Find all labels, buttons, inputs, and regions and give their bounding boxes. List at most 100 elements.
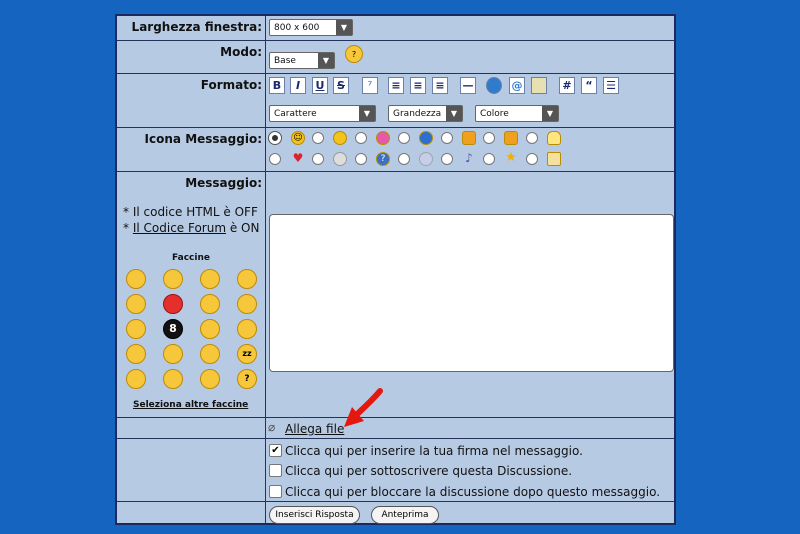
smiley-evil-icon[interactable] — [163, 344, 183, 364]
row-message: Messaggio: * Il codice HTML è OFF * Il C… — [117, 171, 674, 417]
lightbulb-icon — [547, 131, 561, 145]
smiley-tongue-icon[interactable] — [126, 294, 146, 314]
message-textarea[interactable] — [269, 214, 674, 372]
smiley-shy-icon[interactable] — [200, 294, 220, 314]
heart-icon: ♥ — [292, 151, 304, 165]
window-width-select[interactable]: 800 x 600 ▼ — [269, 19, 353, 36]
strike-button[interactable]: S — [333, 77, 349, 94]
grin-icon — [333, 131, 347, 145]
submit-reply-button[interactable]: Inserisci Risposta — [269, 506, 360, 524]
shocked-icon — [376, 131, 390, 145]
star-icon: ★ — [505, 150, 517, 165]
smiley-happy-icon[interactable] — [126, 269, 146, 289]
row-window-width: Larghezza finestra: 800 x 600 ▼ — [117, 16, 674, 40]
smiley-cool-icon[interactable] — [200, 269, 220, 289]
icon-radio[interactable] — [398, 132, 410, 144]
icon-radio[interactable] — [355, 132, 367, 144]
superscript-icon[interactable]: ⁷ — [362, 77, 378, 94]
chevron-down-icon: ▼ — [446, 106, 462, 121]
smilies-title: Faccine — [172, 253, 210, 263]
row-attach: ⌀ Allega file — [117, 417, 674, 438]
smiley-kiss-icon[interactable] — [237, 294, 257, 314]
format-label: Formato: — [200, 78, 262, 92]
eight-ball-icon[interactable]: 8 — [163, 319, 183, 339]
smiley-question-icon[interactable]: ? — [237, 369, 257, 389]
align-center-icon[interactable]: ≡ — [410, 77, 426, 94]
help-smiley-icon[interactable]: ? — [345, 45, 363, 63]
horizontal-rule-icon[interactable]: — — [460, 77, 476, 94]
smiley-approve-icon[interactable] — [163, 369, 183, 389]
red-arrow-annotation — [344, 388, 383, 427]
italic-button[interactable]: I — [290, 77, 306, 94]
color-select[interactable]: Colore ▼ — [475, 105, 559, 122]
email-icon[interactable]: @ — [509, 77, 525, 94]
smiley-shocked-icon[interactable] — [237, 319, 257, 339]
window-width-label: Larghezza finestra: — [131, 20, 262, 34]
smiley-bigsmile-icon[interactable] — [163, 269, 183, 289]
message-icon-label: Icona Messaggio: — [144, 132, 262, 146]
cake-icon — [547, 152, 561, 166]
forum-code-link[interactable]: Il Codice Forum — [133, 221, 226, 235]
signature-checkbox[interactable]: ✔ — [269, 444, 282, 457]
paperclip-icon: ⌀ — [268, 420, 276, 434]
code-hash-button[interactable]: # — [559, 77, 575, 94]
row-format: Formato: B I U S ⁷ ≡ ≡ ≡ — @ # “ ☰ Carat… — [117, 73, 674, 127]
icon-radio[interactable] — [526, 132, 538, 144]
size-select[interactable]: Grandezza ▼ — [388, 105, 463, 122]
quote-button[interactable]: “ — [581, 77, 597, 94]
icon-radio[interactable] — [312, 153, 324, 165]
forum-code-status: * Il Codice Forum è ON — [123, 221, 260, 235]
icon-radio[interactable] — [398, 153, 410, 165]
more-smilies-link[interactable]: Seleziona altre faccine — [133, 400, 248, 410]
image-icon[interactable] — [531, 77, 547, 94]
smiley-angry-icon[interactable] — [163, 294, 183, 314]
row-mode: Modo: Base ▼ ? — [117, 40, 674, 73]
underline-button[interactable]: U — [312, 77, 328, 94]
chevron-down-icon: ▼ — [359, 106, 375, 121]
align-right-icon[interactable]: ≡ — [432, 77, 448, 94]
smiley-love-icon[interactable] — [126, 369, 146, 389]
icon-radio-none[interactable] — [269, 132, 281, 144]
mode-label: Modo: — [220, 45, 262, 59]
align-left-icon[interactable]: ≡ — [388, 77, 404, 94]
smiley-surprised-icon[interactable] — [126, 344, 146, 364]
smiley-sleepy-icon[interactable]: zz — [237, 344, 257, 364]
smiley-blush-icon[interactable] — [237, 269, 257, 289]
row-options: ✔ Clicca qui per inserire la tua firma n… — [117, 438, 674, 501]
icon-radio[interactable] — [526, 153, 538, 165]
lock-thread-option-label: Clicca qui per bloccare la discussione d… — [285, 485, 661, 499]
message-label: Messaggio: — [185, 176, 262, 190]
list-icon[interactable]: ☰ — [603, 77, 619, 94]
icon-radio[interactable] — [441, 153, 453, 165]
smiley-wink-icon[interactable] — [126, 319, 146, 339]
lock-thread-checkbox[interactable] — [269, 485, 282, 498]
smiley-sad-icon[interactable] — [200, 319, 220, 339]
html-code-status: * Il codice HTML è OFF — [123, 205, 258, 219]
music-note-icon: ♪ — [465, 151, 473, 165]
subscribe-checkbox[interactable] — [269, 464, 282, 477]
attach-file-link[interactable]: Allega file — [285, 422, 344, 436]
icon-radio[interactable] — [312, 132, 324, 144]
chevron-down-icon: ▼ — [318, 53, 334, 68]
sad-blue-icon — [419, 131, 433, 145]
icon-radio[interactable] — [269, 153, 281, 165]
signature-option-label: Clicca qui per inserire la tua firma nel… — [285, 444, 583, 458]
font-select[interactable]: Carattere ▼ — [269, 105, 376, 122]
smiley-disapprove-icon[interactable] — [200, 369, 220, 389]
icon-radio[interactable] — [355, 153, 367, 165]
icon-radio[interactable] — [441, 132, 453, 144]
icon-radio[interactable] — [483, 153, 495, 165]
icon-radio[interactable] — [483, 132, 495, 144]
bold-button[interactable]: B — [269, 77, 285, 94]
row-message-icon: Icona Messaggio: ☺ ♥ ? ♪ ★ — [117, 127, 674, 171]
preview-button[interactable]: Anteprima — [371, 506, 439, 524]
chevron-down-icon: ▼ — [542, 106, 558, 121]
smiley-blackeye-icon[interactable] — [200, 344, 220, 364]
chevron-down-icon: ▼ — [336, 20, 352, 35]
thumbs-up-icon — [504, 131, 518, 145]
ghost-icon — [419, 152, 433, 166]
mode-select[interactable]: Base ▼ — [269, 52, 335, 69]
globe-link-icon[interactable] — [486, 77, 502, 94]
question-icon: ? — [376, 152, 390, 166]
subscribe-option-label: Clicca qui per sottoscrivere questa Disc… — [285, 464, 573, 478]
